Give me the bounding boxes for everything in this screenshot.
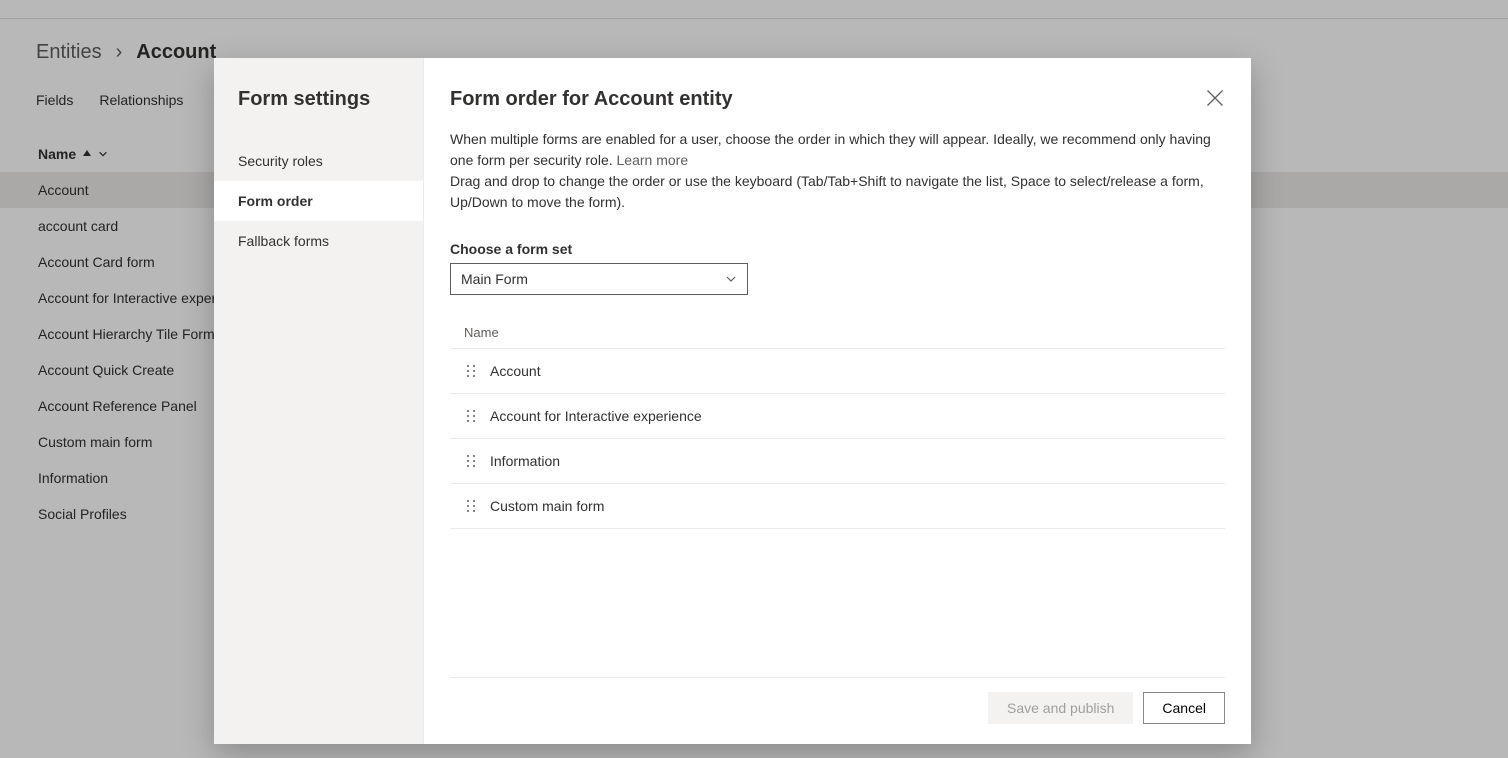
cancel-button[interactable]: Cancel xyxy=(1143,692,1225,724)
form-settings-dialog: Form settings Security roles Form order … xyxy=(214,58,1251,744)
form-row-label: Account for Interactive experience xyxy=(490,408,702,424)
dialog-description: When multiple forms are enabled for a us… xyxy=(450,129,1225,213)
sidebar-item-fallback-forms[interactable]: Fallback forms xyxy=(214,221,423,261)
form-order-list: Name Account Account for Inter xyxy=(450,317,1225,529)
close-icon xyxy=(1205,88,1225,108)
drag-handle-icon[interactable] xyxy=(466,499,476,513)
dialog-sidebar: Form settings Security roles Form order … xyxy=(214,58,424,744)
form-row[interactable]: Account for Interactive experience xyxy=(450,394,1225,439)
form-row[interactable]: Information xyxy=(450,439,1225,484)
form-row-label: Account xyxy=(490,363,541,379)
form-set-label: Choose a form set xyxy=(450,241,1225,257)
form-row-label: Custom main form xyxy=(490,498,604,514)
dialog-side-title: Form settings xyxy=(238,88,423,111)
dialog-description-text-1: When multiple forms are enabled for a us… xyxy=(450,131,1211,168)
close-button[interactable] xyxy=(1205,88,1225,108)
drag-handle-icon[interactable] xyxy=(466,364,476,378)
chevron-down-icon xyxy=(725,273,737,285)
form-set-value: Main Form xyxy=(461,271,528,287)
form-row[interactable]: Custom main form xyxy=(450,484,1225,529)
dialog-title: Form order for Account entity xyxy=(450,88,1225,111)
form-row[interactable]: Account xyxy=(450,349,1225,394)
dialog-description-text-2: Drag and drop to change the order or use… xyxy=(450,173,1204,210)
dialog-footer: Save and publish Cancel xyxy=(450,677,1225,724)
sidebar-item-security-roles[interactable]: Security roles xyxy=(214,141,423,181)
drag-handle-icon[interactable] xyxy=(466,454,476,468)
form-set-dropdown[interactable]: Main Form xyxy=(450,263,748,295)
drag-handle-icon[interactable] xyxy=(466,409,476,423)
grid-header-name: Name xyxy=(450,317,1225,349)
save-and-publish-button[interactable]: Save and publish xyxy=(988,692,1133,724)
form-row-label: Information xyxy=(490,453,560,469)
sidebar-item-form-order[interactable]: Form order xyxy=(214,181,423,221)
learn-more-link[interactable]: Learn more xyxy=(617,152,689,168)
dialog-main: Form order for Account entity When multi… xyxy=(424,58,1251,744)
